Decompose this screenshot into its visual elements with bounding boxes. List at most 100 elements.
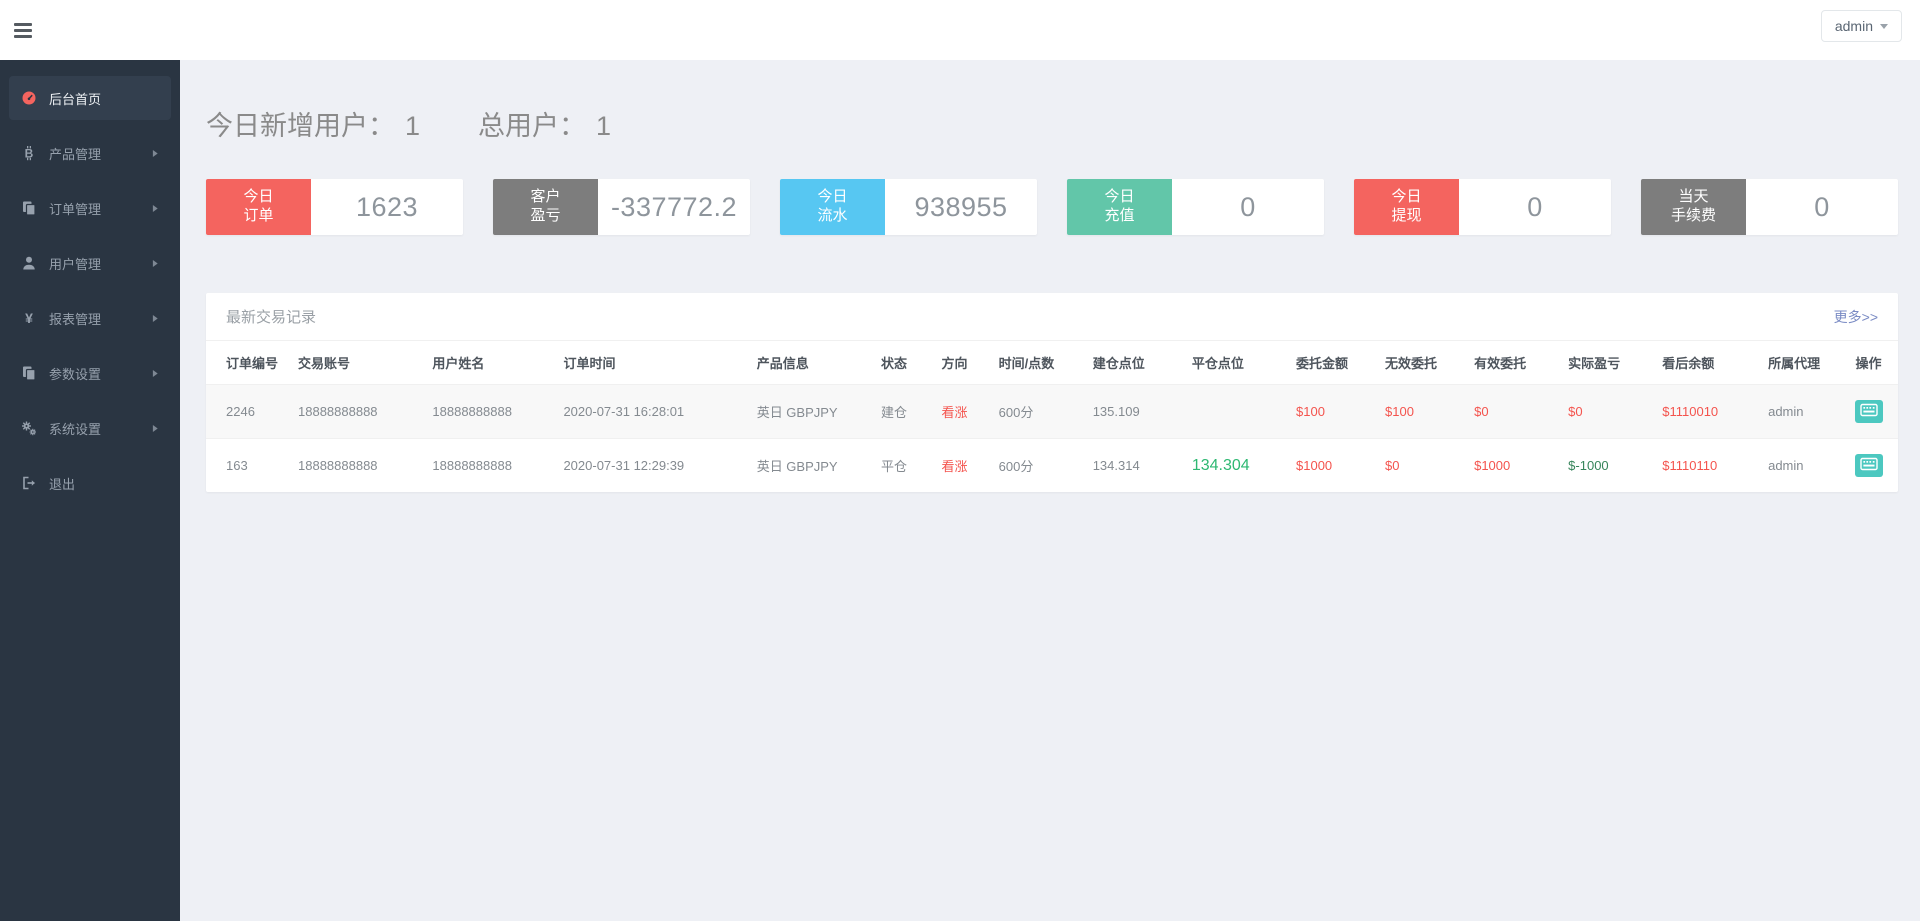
sidebar-item-4[interactable]: 用户管理 (9, 241, 171, 285)
table-cell: 600分 (998, 405, 1034, 420)
column-header: 平仓点位 (1183, 341, 1288, 385)
stat-card-label-line: 盈亏 (530, 207, 561, 224)
stat-card-3: 今日 流水 938955 (780, 179, 1037, 235)
table-cell: $0 (1474, 404, 1489, 419)
row-action-cell (1847, 385, 1898, 439)
sidebar-item-1[interactable]: 后台首页 (9, 76, 171, 120)
column-header: 用户姓名 (424, 341, 556, 385)
table-cell: 2020-07-31 12:29:39 (563, 458, 685, 473)
row-action-button[interactable] (1855, 454, 1884, 477)
signout-icon (21, 475, 37, 491)
gears-icon (21, 420, 37, 436)
hamburger-menu-icon[interactable] (14, 18, 34, 42)
stat-card-label: 当天 手续费 (1641, 179, 1746, 235)
sidebar-item-6[interactable]: 参数设置 (9, 351, 171, 395)
table-cell: 看涨 (941, 459, 968, 474)
table-cell: 18888888888 (298, 458, 378, 473)
column-header: 无效委托 (1377, 341, 1467, 385)
sidebar-item-5[interactable]: ¥ 报表管理 (9, 296, 171, 340)
table-cell (1184, 385, 1288, 439)
trades-table: 订单编号 交易账号 用户姓名 订单时间 产品信息 状态 方向 时间/点数 建仓点位 平仓点位 委托金… (206, 341, 1898, 492)
table-row: 163 18888888888 18888888888 2020-07-31 12:2… (206, 439, 1898, 493)
column-header: 状态 (873, 341, 934, 385)
column-header: 实际盈亏 (1560, 341, 1655, 385)
table-cell: $100 (1296, 404, 1325, 419)
svg-text:B: B (25, 147, 34, 161)
stat-card-1: 今日 订单 1623 (206, 179, 463, 235)
column-header: 订单时间 (555, 341, 749, 385)
copy-icon (21, 365, 37, 381)
table-cell: 2246 (226, 404, 255, 419)
stat-card-label: 今日 流水 (780, 179, 885, 235)
table-cell: 135.109 (1092, 404, 1140, 419)
column-header: 操作 (1847, 341, 1898, 385)
table-cell: 18888888888 (432, 458, 512, 473)
stat-card-label-line: 提现 (1391, 207, 1422, 224)
table-cell: $1110110 (1662, 458, 1718, 473)
main-content: 今日新增用户： 1 总用户： 1 今日 订单 1623 客户 盈亏 -337772.2 今日… (180, 60, 1920, 921)
chevron-right-icon (152, 259, 159, 268)
user-icon (21, 255, 37, 271)
keyboard-icon (1860, 457, 1879, 474)
stat-card-label-line: 今日 (817, 188, 848, 206)
user-dropdown-label: admin (1834, 18, 1873, 34)
more-link[interactable]: 更多>> (1834, 307, 1878, 327)
column-header: 所属代理 (1760, 341, 1848, 385)
sidebar-item-3[interactable]: 订单管理 (9, 186, 171, 230)
stat-card-value: 0 (1814, 191, 1830, 222)
panel-header: 最新交易记录 更多>> (206, 293, 1898, 341)
stat-cards-row: 今日 订单 1623 客户 盈亏 -337772.2 今日 流水 938955 今日 充值 0 今日 提现… (206, 179, 1898, 235)
panel-title: 最新交易记录 (226, 309, 317, 326)
table-cell: $1000 (1296, 458, 1333, 473)
sidebar-item-label: 系统设置 (49, 421, 102, 437)
chevron-right-icon (152, 424, 159, 433)
sidebar-item-7[interactable]: 系统设置 (9, 406, 171, 450)
table-cell: 英日 GBPJPY (756, 405, 838, 420)
table-cell: $-1000 (1568, 458, 1609, 473)
sidebar-item-label: 报表管理 (49, 311, 102, 327)
table-cell: 134.314 (1092, 458, 1140, 473)
row-action-button[interactable] (1855, 400, 1884, 423)
stat-card-4: 今日 充值 0 (1067, 179, 1324, 235)
overview-stats: 今日新增用户： 1 总用户： 1 (206, 104, 1898, 143)
sidebar-item-label: 退出 (49, 476, 76, 492)
table-cell: $1000 (1474, 458, 1511, 473)
chevron-right-icon (152, 314, 159, 323)
new-users-label: 今日新增用户： (206, 111, 395, 141)
user-dropdown-button[interactable]: admin (1820, 10, 1902, 42)
sidebar-item-label: 订单管理 (49, 201, 102, 217)
stat-card-2: 客户 盈亏 -337772.2 (493, 179, 750, 235)
total-users-label: 总用户： (478, 111, 587, 141)
column-header: 方向 (933, 341, 991, 385)
column-header: 产品信息 (748, 341, 874, 385)
row-action-cell (1847, 439, 1898, 493)
total-users-value: 1 (596, 111, 612, 141)
table-cell: admin (1768, 458, 1804, 473)
sidebar: 后台首页 B 产品管理订单管理用户管理 ¥ 报表管理参数设置系统设置退出 (0, 60, 180, 921)
table-cell: 134.304 (1191, 456, 1250, 474)
sidebar-item-8[interactable]: 退出 (9, 461, 171, 505)
total-users-stat: 总用户： 1 (478, 104, 611, 143)
stat-card-label-line: 当天 (1678, 188, 1709, 206)
column-header: 时间/点数 (990, 341, 1085, 385)
stat-card-label-line: 手续费 (1670, 207, 1716, 224)
top-bar: admin (0, 0, 1920, 60)
chevron-down-icon (1880, 23, 1888, 29)
stat-card-value: -337772.2 (610, 191, 738, 222)
sidebar-item-label: 用户管理 (49, 256, 102, 272)
stat-card-label: 今日 充值 (1067, 179, 1172, 235)
sidebar-item-2[interactable]: B 产品管理 (9, 131, 171, 175)
table-cell: 18888888888 (432, 404, 512, 419)
stat-card-value: 0 (1240, 191, 1256, 222)
new-users-value: 1 (405, 111, 421, 141)
table-cell: admin (1768, 404, 1804, 419)
table-row: 2246 18888888888 18888888888 2020-07-31 16:… (206, 384, 1898, 439)
table-cell: 18888888888 (298, 404, 378, 419)
table-header-row: 订单编号 交易账号 用户姓名 订单时间 产品信息 状态 方向 时间/点数 建仓点位 平仓点位 委托金… (206, 341, 1898, 385)
stat-card-value: 0 (1527, 191, 1543, 222)
column-header: 交易账号 (290, 341, 425, 385)
column-header: 有效委托 (1466, 341, 1561, 385)
stat-card-label-line: 今日 (1104, 188, 1135, 206)
chevron-right-icon (152, 204, 159, 213)
stat-card-5: 今日 提现 0 (1354, 179, 1611, 235)
